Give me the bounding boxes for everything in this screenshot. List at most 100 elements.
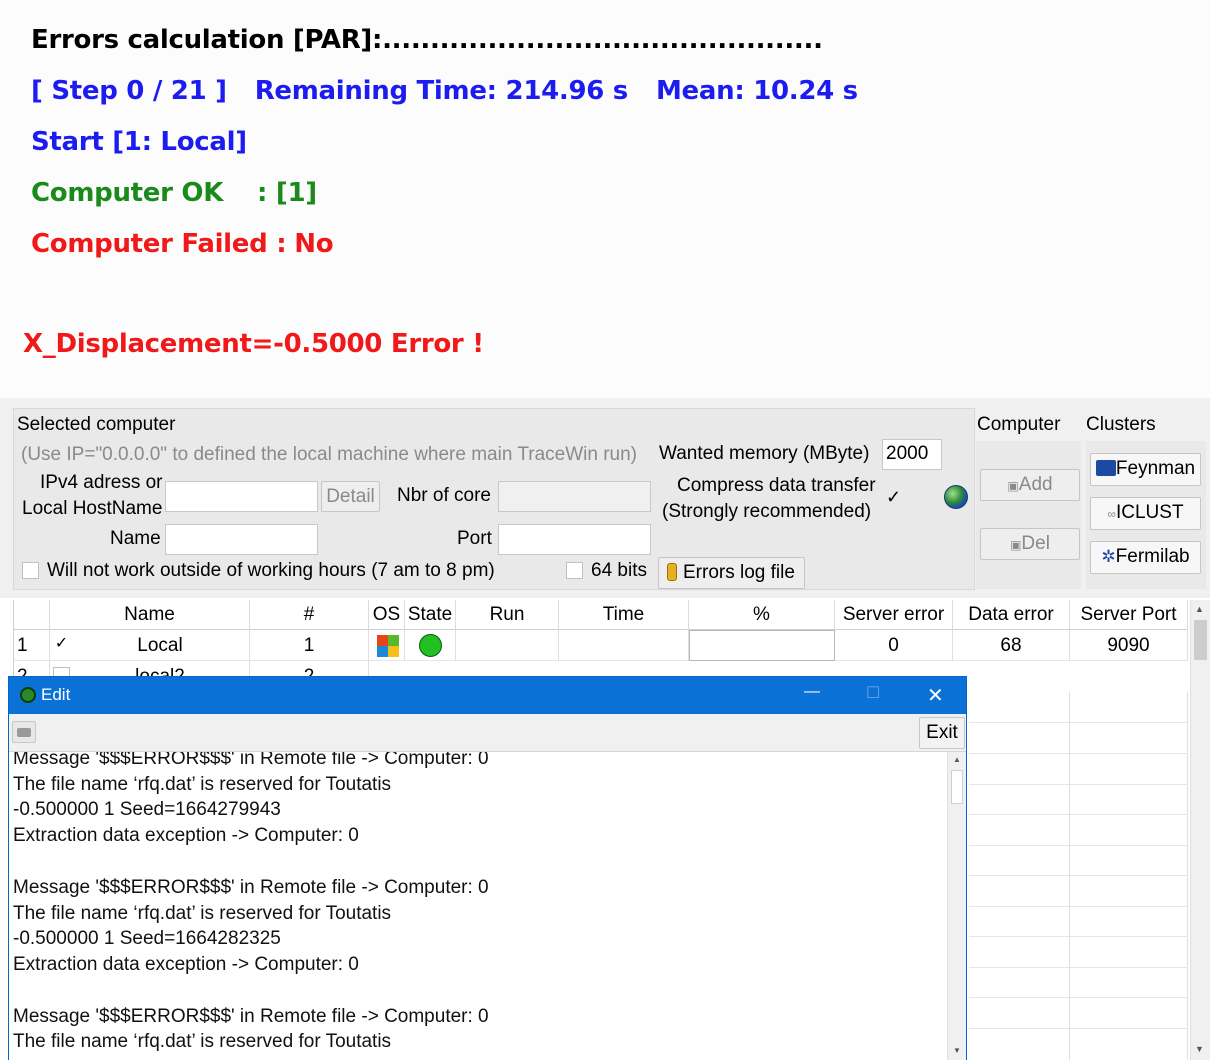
add-button[interactable]: ▣Add: [980, 469, 1080, 501]
status-panel: Errors calculation [PAR]:...............…: [0, 0, 1210, 398]
windows-icon-lower: [377, 646, 399, 657]
row-state-cell: [405, 630, 456, 661]
row-name-cell: ✓ Local: [50, 630, 250, 661]
header-number[interactable]: #: [250, 600, 369, 630]
del-label: Del: [1021, 533, 1050, 554]
clusters-heading: Clusters: [1086, 414, 1156, 435]
ipv4-input[interactable]: [165, 481, 318, 512]
header-server-error[interactable]: Server error: [835, 600, 953, 630]
header-name[interactable]: Name: [50, 600, 250, 630]
wanted-memory-label: Wanted memory (MByte): [659, 443, 870, 464]
row-progress-bar: [689, 630, 835, 661]
exit-button[interactable]: Exit: [919, 717, 965, 749]
smiley-status-icon: [419, 634, 442, 657]
row-time: [559, 630, 689, 661]
header-index: [14, 600, 50, 630]
header-data-error[interactable]: Data error: [953, 600, 1070, 630]
iclust-label: ICLUST: [1115, 502, 1184, 523]
scroll-down-arrow-icon[interactable]: ▼: [953, 1046, 961, 1055]
ip-hint: (Use IP="0.0.0.0" to defined the local m…: [21, 444, 637, 465]
header-time[interactable]: Time: [559, 600, 689, 630]
grid-line: [969, 1028, 1188, 1029]
header-run[interactable]: Run: [456, 600, 559, 630]
detail-button[interactable]: Detail: [321, 481, 380, 512]
log-line: The file name ‘rfq.dat’ is reserved for …: [13, 903, 392, 924]
log-line: The file name ‘rfq.dat’ is reserved for …: [13, 1031, 392, 1052]
compress-checkbox[interactable]: ✓: [885, 488, 902, 507]
minimize-icon[interactable]: —: [804, 683, 820, 701]
log-line: -0.500000 1 Seed=1664279943: [13, 799, 281, 820]
row-name: Local: [137, 635, 183, 656]
grid-line: [969, 997, 1188, 998]
grid-line: [969, 722, 1188, 723]
scroll-thumb[interactable]: [1194, 620, 1207, 660]
print-icon[interactable]: [12, 721, 36, 743]
row-server-port: 9090: [1070, 630, 1188, 661]
row-os-cell: [369, 630, 405, 661]
scroll-thumb[interactable]: [951, 770, 963, 804]
header-os[interactable]: OS: [369, 600, 405, 630]
log-line: Message '$$$ERROR$$$' in Remote file -> …: [13, 752, 489, 769]
log-text-area[interactable]: Message '$$$ERROR$$$' in Remote file -> …: [9, 752, 947, 1060]
row-enabled-checkbox[interactable]: ✓: [53, 636, 70, 653]
64-bits-label: 64 bits: [591, 560, 647, 581]
add-icon: ▣: [1007, 479, 1019, 493]
header-state[interactable]: State: [405, 600, 456, 630]
mean-time: Mean: 10.24 s: [655, 76, 858, 106]
remaining-time: Remaining Time: 214.96 s: [254, 76, 629, 106]
errors-calculation-title: Errors calculation [PAR]:...............…: [31, 25, 823, 55]
grid-line: [1069, 692, 1070, 1060]
scroll-up-arrow-icon[interactable]: ▲: [953, 755, 961, 764]
scroll-down-arrow-icon[interactable]: ▼: [1195, 1044, 1204, 1054]
name-label: Name: [110, 528, 161, 549]
grid-line: [969, 936, 1188, 937]
row-data-error: 68: [953, 630, 1070, 661]
computer-ok-value: : [1]: [257, 178, 317, 208]
log-scrollbar[interactable]: ▲ ▼: [947, 752, 966, 1060]
nbr-core-input[interactable]: [498, 481, 651, 512]
close-icon[interactable]: ✕: [927, 683, 944, 708]
port-input[interactable]: [498, 524, 651, 555]
iclust-icon: ∞: [1107, 507, 1116, 521]
table-scrollbar[interactable]: ▲ ▼: [1190, 600, 1210, 1060]
working-hours-label: Will not work outside of working hours (…: [47, 560, 495, 581]
log-line: Message '$$$ERROR$$$' in Remote file -> …: [13, 1006, 489, 1027]
64-bits-checkbox[interactable]: [566, 562, 583, 579]
progress-line: [ Step 0 / 21 ] Remaining Time: 214.96 s M…: [31, 76, 886, 106]
computer-group: [976, 441, 1081, 589]
nbr-core-label: Nbr of core: [397, 485, 491, 506]
working-hours-checkbox[interactable]: [22, 562, 39, 579]
errors-log-file-button[interactable]: Errors log file: [658, 557, 805, 589]
name-input[interactable]: [165, 524, 318, 555]
header-percent[interactable]: %: [689, 600, 835, 630]
fermilab-button[interactable]: ✲Fermilab: [1090, 541, 1201, 574]
step-counter: [ Step 0 / 21 ]: [31, 76, 227, 106]
row-number: 1: [250, 630, 369, 661]
del-icon: ▣: [1010, 538, 1022, 552]
iclust-button[interactable]: ∞ICLUST: [1090, 497, 1201, 530]
grid-line: [969, 814, 1188, 815]
feynman-button[interactable]: Feynman: [1090, 453, 1201, 486]
log-line: Extraction data exception -> Computer: 0: [13, 954, 359, 975]
ipv4-label-2: Local HostName: [22, 498, 163, 519]
log-line: Extraction data exception -> Computer: 0: [13, 825, 359, 846]
computer-failed-label: Computer Failed :: [31, 229, 287, 259]
app-icon: [20, 687, 36, 703]
log-line: The file name ‘rfq.dat’ is reserved for …: [13, 774, 392, 795]
edit-window: Edit — ☐ ✕ Exit Message '$$$ERROR$$$' in…: [8, 676, 967, 1060]
feynman-label: Feynman: [1115, 458, 1196, 479]
computer-ok-status: Computer OK: [1]: [31, 178, 317, 208]
scroll-up-arrow-icon[interactable]: ▲: [1195, 604, 1204, 614]
grid-line: [1187, 692, 1188, 1060]
wanted-memory-input[interactable]: 2000: [882, 439, 942, 470]
maximize-icon[interactable]: ☐: [866, 683, 880, 703]
globe-icon[interactable]: [944, 485, 968, 509]
grid-line: [969, 875, 1188, 876]
compress-label-1: Compress data transfer: [677, 475, 876, 496]
port-label: Port: [457, 528, 492, 549]
edit-titlebar[interactable]: Edit — ☐ ✕: [9, 677, 966, 714]
selected-computer-heading: Selected computer: [17, 414, 176, 435]
computer-heading: Computer: [977, 414, 1061, 435]
header-server-port[interactable]: Server Port: [1070, 600, 1188, 630]
del-button[interactable]: ▣Del: [980, 528, 1080, 560]
